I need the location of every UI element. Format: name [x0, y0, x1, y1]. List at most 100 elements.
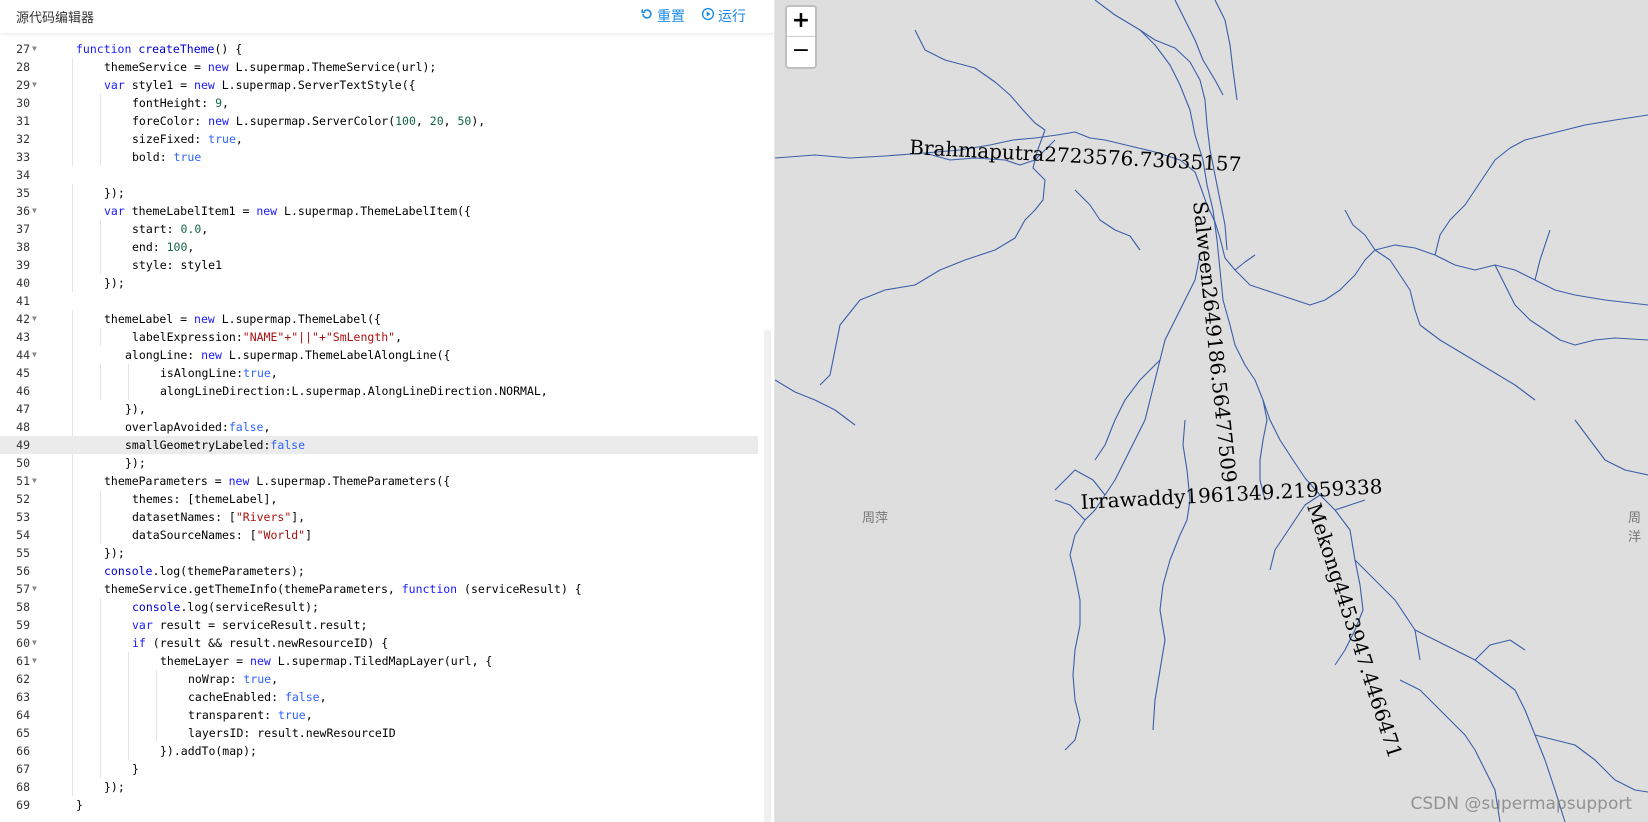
code-text: labelExpression:"NAME"+"||"+"SmLength",: [132, 328, 402, 346]
code-token: var: [132, 618, 160, 632]
code-line[interactable]: 68});: [0, 778, 758, 796]
code-line[interactable]: 36 ▼ var themeLabelItem1 = new L.supermap.…: [0, 202, 758, 220]
code-token: createTheme: [138, 42, 215, 56]
code-line[interactable]: 55});: [0, 544, 758, 562]
code-text: layersID: result.newResourceID: [188, 724, 396, 742]
code-token: "World": [256, 528, 306, 542]
zoom-out-button[interactable]: −: [787, 37, 815, 67]
code-line[interactable]: 65 layersID: result.newResourceID: [0, 724, 758, 742]
line-number: 61: [16, 654, 30, 668]
fold-arrow-icon[interactable]: ▼: [32, 472, 42, 490]
code-token: new: [256, 204, 285, 218]
code-line[interactable]: 64 transparent: true,: [0, 706, 758, 724]
code-token: dataSourceNames: [: [132, 528, 257, 542]
run-button[interactable]: 运行: [701, 6, 746, 26]
code-line[interactable]: 38 end: 100,: [0, 238, 758, 256]
line-number: 37: [16, 222, 30, 236]
code-line[interactable]: 50});: [0, 454, 758, 472]
code-line[interactable]: 28 themeService = new L.supermap.ThemeSer…: [0, 58, 758, 76]
code-line[interactable]: 58 console.log(serviceResult);: [0, 598, 758, 616]
code-line[interactable]: 31 foreColor: new L.supermap.ServerColor(…: [0, 112, 758, 130]
code-line[interactable]: 47}),: [0, 400, 758, 418]
line-number: 33: [16, 150, 30, 164]
code-line[interactable]: 51 ▼ themeParameters = new L.supermap.Them…: [0, 472, 758, 490]
code-line[interactable]: 49 smallGeometryLabeled:false: [0, 436, 758, 454]
line-number: 30: [16, 96, 30, 110]
code-line[interactable]: 66}).addTo(map);: [0, 742, 758, 760]
code-line[interactable]: 54 dataSourceNames: ["World"]: [0, 526, 758, 544]
code-line[interactable]: 52 themes: [themeLabel],: [0, 490, 758, 508]
line-number: 38: [16, 240, 30, 254]
code-token: style1 =: [131, 78, 195, 92]
code-line[interactable]: 41: [0, 292, 758, 310]
code-line[interactable]: 27 ▼ function createTheme() {: [0, 40, 758, 58]
code-line[interactable]: 43 labelExpression:"NAME"+"||"+"SmLength"…: [0, 328, 758, 346]
fold-arrow-icon[interactable]: ▼: [32, 634, 42, 652]
code-token: console: [104, 564, 153, 578]
map-view[interactable]: + − Brahmaputra2723576.73035157 Salween2…: [775, 0, 1648, 822]
fold-arrow-icon[interactable]: ▼: [32, 76, 42, 94]
fold-arrow-icon[interactable]: ▼: [32, 202, 42, 220]
code-token: style: style1: [132, 258, 223, 272]
code-line[interactable]: 45 isAlongLine:true,: [0, 364, 758, 382]
code-line[interactable]: 40});: [0, 274, 758, 292]
fold-arrow-icon[interactable]: ▼: [32, 580, 42, 598]
line-number: 58: [16, 600, 30, 614]
code-text: foreColor: new L.supermap.ServerColor(10…: [132, 112, 485, 130]
code-line[interactable]: 30 fontHeight: 9,: [0, 94, 758, 112]
fold-arrow-icon[interactable]: ▼: [32, 346, 42, 364]
line-number: 43: [16, 330, 30, 344]
code-line[interactable]: 42 ▼ themeLabel = new L.supermap.ThemeLabe…: [0, 310, 758, 328]
code-line[interactable]: 60 ▼ if (result && result.newResourceID) {: [0, 634, 758, 652]
editor-title: 源代码编辑器: [16, 11, 95, 26]
fold-arrow-icon[interactable]: ▼: [32, 652, 42, 670]
line-number: 51: [16, 474, 30, 488]
code-line[interactable]: 61 ▼ themeLayer = new L.supermap.TiledMapL…: [0, 652, 758, 670]
code-token: themeParameters =: [104, 474, 229, 488]
code-line[interactable]: 37 start: 0.0,: [0, 220, 758, 238]
code-token: L.supermap.ThemeService(url);: [235, 60, 437, 74]
code-text: alongLine: new L.supermap.ThemeLabelAlon…: [125, 346, 450, 364]
code-token: function: [401, 582, 465, 596]
code-token: });: [104, 546, 125, 560]
code-line[interactable]: 29 ▼ var style1 = new L.supermap.ServerTex…: [0, 76, 758, 94]
line-number: 34: [16, 168, 30, 182]
code-token: function: [76, 42, 139, 56]
code-line[interactable]: 39 style: style1: [0, 256, 758, 274]
line-number: 46: [16, 384, 30, 398]
code-line[interactable]: 62 noWrap: true,: [0, 670, 758, 688]
line-number: 39: [16, 258, 30, 272]
code-token: new: [208, 114, 236, 128]
code-line[interactable]: 35});: [0, 184, 758, 202]
line-number: 54: [16, 528, 30, 542]
reset-button[interactable]: 重置: [640, 6, 685, 26]
code-line[interactable]: 59 var result = serviceResult.result;: [0, 616, 758, 634]
code-line[interactable]: 57 ▼ themeService.getThemeInfo(themeParame…: [0, 580, 758, 598]
code-line[interactable]: 63 cacheEnabled: false,: [0, 688, 758, 706]
code-line[interactable]: 67}: [0, 760, 758, 778]
code-area[interactable]: 27 ▼ function createTheme() {28 themeServic…: [0, 33, 770, 822]
code-token: var: [104, 204, 132, 218]
line-number: 49: [16, 438, 30, 452]
code-line[interactable]: 46 alongLineDirection:L.supermap.AlongLin…: [0, 382, 758, 400]
code-text: }).addTo(map);: [160, 742, 257, 760]
line-number: 31: [16, 114, 30, 128]
code-line[interactable]: 33 bold: true: [0, 148, 758, 166]
code-text: });: [104, 184, 125, 202]
code-text: var style1 = new L.supermap.ServerTextSt…: [104, 76, 416, 94]
editor-scrollbar[interactable]: [764, 330, 771, 822]
code-line[interactable]: 44 ▼ alongLine: new L.supermap.ThemeLabelA…: [0, 346, 758, 364]
fold-arrow-icon[interactable]: ▼: [32, 310, 42, 328]
code-line[interactable]: 56 console.log(themeParameters);: [0, 562, 758, 580]
zoom-in-button[interactable]: +: [787, 7, 815, 37]
line-number: 69: [16, 798, 30, 812]
fold-arrow-icon[interactable]: ▼: [32, 40, 42, 58]
code-line[interactable]: 48 overlapAvoided:false,: [0, 418, 758, 436]
code-editor-panel: 源代码编辑器 重置 运行 27 ▼ function createTheme() {…: [0, 0, 775, 822]
place-label: 周洋: [1628, 511, 1642, 545]
code-token: (result && result.newResourceID) {: [152, 636, 389, 650]
code-line[interactable]: 32 sizeFixed: true,: [0, 130, 758, 148]
code-line[interactable]: 34: [0, 166, 758, 184]
code-line[interactable]: 53 datasetNames: ["Rivers"],: [0, 508, 758, 526]
code-line[interactable]: 69}: [0, 796, 758, 814]
